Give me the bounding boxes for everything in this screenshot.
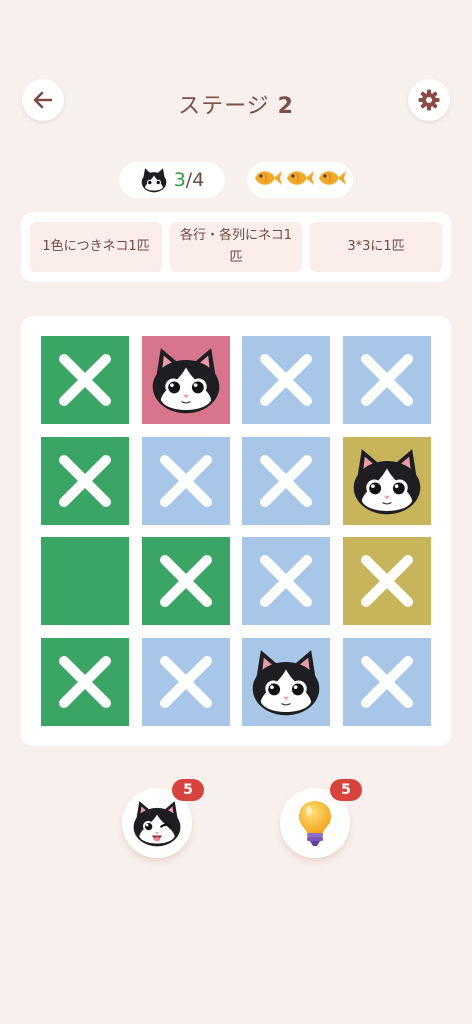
cat-face-icon: [353, 448, 420, 514]
board-cell[interactable]: [141, 637, 230, 726]
cat-face-icon: [252, 649, 320, 715]
puzzle-board: [21, 316, 451, 746]
board-cell[interactable]: [41, 637, 129, 726]
cross-mark-icon: [159, 454, 212, 507]
fish-icon: [285, 166, 315, 194]
cat-count: 3/4: [174, 169, 205, 191]
board-cell[interactable]: [342, 436, 431, 525]
cat-hint-count-badge: 5: [172, 779, 204, 801]
bulb-hint-button[interactable]: 5: [280, 779, 362, 858]
cat-face-icon: [141, 168, 167, 193]
cross-mark-icon: [59, 454, 111, 507]
cat-face-icon: [152, 348, 219, 414]
stage-number: 2: [277, 94, 294, 119]
board-cell[interactable]: [242, 537, 330, 625]
gear-icon: [418, 89, 440, 111]
cat-counter: 3/4: [119, 162, 225, 198]
bulb-hint-count-badge: 5: [330, 779, 362, 801]
board-cell[interactable]: [342, 637, 431, 726]
cross-mark-icon: [360, 354, 413, 406]
fish-lives: [247, 162, 353, 198]
board-cell[interactable]: [41, 336, 129, 424]
fish-icon: [253, 166, 283, 194]
lightbulb-icon: [299, 801, 331, 846]
board-cell[interactable]: [141, 537, 230, 625]
cross-mark-icon: [59, 354, 111, 406]
cross-mark-icon: [260, 454, 312, 507]
board-cell[interactable]: [242, 336, 330, 424]
fish-icons: [253, 166, 347, 194]
cross-mark-icon: [360, 655, 413, 708]
board-cell[interactable]: [342, 537, 431, 625]
page-title: ステージ 2: [0, 88, 472, 120]
settings-button[interactable]: [408, 79, 450, 121]
rule-row-column: 各行・各列にネコ1匹: [170, 222, 302, 272]
board-cell[interactable]: [242, 436, 330, 525]
board-cell[interactable]: [242, 637, 330, 726]
fish-icon: [317, 166, 347, 194]
cross-mark-icon: [159, 555, 212, 607]
cross-mark-icon: [59, 655, 111, 708]
cross-mark-icon: [260, 555, 312, 607]
rules-panel: 1色につきネコ1匹 各行・各列にネコ1匹 3*3に1匹: [21, 212, 451, 282]
board-cell[interactable]: [342, 336, 431, 424]
cats-found: 3: [173, 169, 186, 191]
board-cell[interactable]: [141, 336, 230, 424]
cross-mark-icon: [260, 354, 312, 406]
winking-cat-icon: [133, 801, 181, 847]
cat-hint-button[interactable]: 5: [122, 779, 204, 858]
title-text: ステージ: [178, 94, 270, 119]
rule-color: 1色につきネコ1匹: [30, 222, 162, 272]
cross-mark-icon: [159, 655, 212, 708]
cross-mark-icon: [360, 555, 413, 607]
cats-total: /4: [185, 169, 205, 191]
board-cell[interactable]: [41, 537, 129, 625]
rule-3x3: 3*3に1匹: [310, 222, 442, 272]
board-cell[interactable]: [41, 436, 129, 525]
board-cell[interactable]: [141, 436, 230, 525]
